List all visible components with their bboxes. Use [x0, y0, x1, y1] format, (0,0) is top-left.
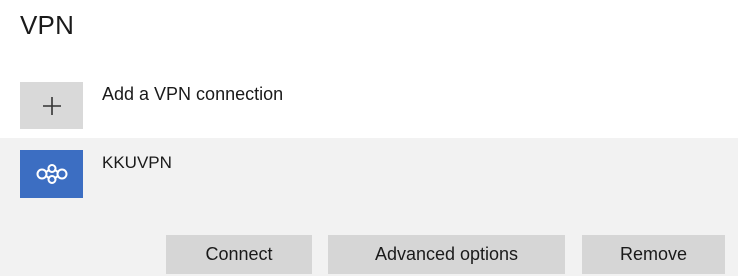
add-vpn-connection-label[interactable]: Add a VPN connection	[102, 84, 283, 105]
connect-button[interactable]: Connect	[166, 235, 312, 274]
vpn-connection-name: KKUVPN	[102, 153, 172, 172]
vpn-connection-icon	[20, 150, 83, 198]
advanced-options-button[interactable]: Advanced options	[328, 235, 565, 274]
remove-button[interactable]: Remove	[582, 235, 725, 274]
plus-icon	[41, 95, 63, 117]
vpn-connection-item[interactable]: KKUVPN Connect Advanced options Remove	[0, 138, 738, 276]
page-title: VPN	[20, 10, 75, 40]
add-vpn-tile[interactable]	[20, 82, 83, 129]
add-vpn-connection-row[interactable]: Add a VPN connection	[0, 66, 738, 138]
